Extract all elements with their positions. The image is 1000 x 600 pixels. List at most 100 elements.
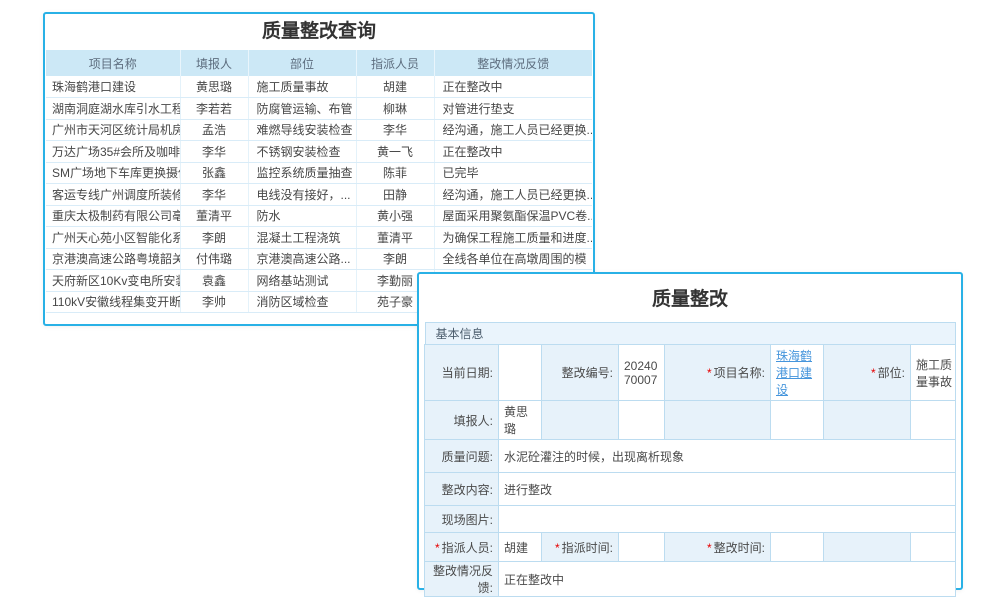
assignee-link[interactable]: 黄一飞	[356, 141, 434, 163]
assignee-link[interactable]: 黄小强	[356, 205, 434, 227]
part-cell: 监控系统质量抽查	[248, 162, 356, 184]
feedback-cell: 正在整改中	[434, 76, 592, 98]
part-cell: 防腐管运输、布管	[248, 98, 356, 120]
part-cell: 不锈钢安装检查	[248, 141, 356, 163]
table-row: 广州市天河区统计局机房改 孟浩 难燃导线安装检查 李华 经沟通，施工人员已经更换…	[46, 119, 592, 141]
feedback-cell: 为确保工程施工质量和进度...	[434, 227, 592, 249]
col-header-feedback: 整改情况反馈	[434, 50, 592, 76]
current-date-field[interactable]	[499, 345, 542, 401]
query-table-header-row: 项目名称 填报人 部位 指派人员 整改情况反馈	[46, 50, 592, 76]
assignee-label: *指派人员:	[425, 533, 499, 562]
required-marker: *	[555, 541, 560, 555]
reporter-link[interactable]: 孟浩	[180, 119, 248, 141]
project-link[interactable]: 京港澳高速公路粤境韶关至	[46, 248, 180, 270]
project-link[interactable]: 湖南洞庭湖水库引水工程施	[46, 98, 180, 120]
part-cell: 网络基站测试	[248, 270, 356, 292]
col-header-project-name: 项目名称	[46, 50, 180, 76]
feedback-cell: 屋面采用聚氨酯保温PVC卷...	[434, 205, 592, 227]
part-cell: 施工质量事故	[248, 76, 356, 98]
rectification-content-value: 进行整改	[499, 473, 956, 506]
table-row: 京港澳高速公路粤境韶关至 付伟璐 京港澳高速公路... 李朗 全线各单位在高墩周…	[46, 248, 592, 270]
table-row: SM广场地下车库更换摄像 张鑫 监控系统质量抽查 陈菲 已完毕	[46, 162, 592, 184]
form-panel-title: 质量整改	[419, 274, 961, 320]
col-header-part: 部位	[248, 50, 356, 76]
empty-cell	[665, 401, 771, 440]
reporter-link[interactable]: 黄思璐	[180, 76, 248, 98]
feedback-cell: 全线各单位在高墩周围的模	[434, 248, 592, 270]
assignee-link[interactable]: 李华	[356, 119, 434, 141]
table-row: 重庆太极制药有限公司亳州 董清平 防水 黄小强 屋面采用聚氨酯保温PVC卷...	[46, 205, 592, 227]
empty-field[interactable]	[911, 533, 956, 562]
project-link[interactable]: 天府新区10Kv变电所安装工	[46, 270, 180, 292]
feedback-cell: 已完毕	[434, 162, 592, 184]
required-marker: *	[707, 541, 712, 555]
empty-cell	[824, 533, 911, 562]
rectification-no-label: 整改编号:	[542, 345, 619, 401]
part-cell: 消防区域检查	[248, 291, 356, 313]
reporter-link[interactable]: 李华	[180, 141, 248, 163]
empty-cell	[542, 401, 619, 440]
assignee-link[interactable]: 陈菲	[356, 162, 434, 184]
part-label: *部位:	[824, 345, 911, 401]
assignee-link[interactable]: 田静	[356, 184, 434, 206]
reporter-link[interactable]: 李若若	[180, 98, 248, 120]
assignee-link[interactable]: 胡建	[356, 76, 434, 98]
table-row: 珠海鹤港口建设 黄思璐 施工质量事故 胡建 正在整改中	[46, 76, 592, 98]
reporter-link[interactable]: 付伟璐	[180, 248, 248, 270]
project-link[interactable]: 重庆太极制药有限公司亳州	[46, 205, 180, 227]
project-name-link[interactable]: 珠海鹤港口建设	[776, 349, 812, 397]
project-link[interactable]: 客运专线广州调度所装修项	[46, 184, 180, 206]
reporter-link[interactable]: 李朗	[180, 227, 248, 249]
project-link[interactable]: 广州天心苑小区智能化系统	[46, 227, 180, 249]
project-link[interactable]: 广州市天河区统计局机房改	[46, 119, 180, 141]
assign-time-field[interactable]	[619, 533, 665, 562]
part-value: 施工质量事故	[911, 345, 956, 401]
reporter-value: 黄思璐	[499, 401, 542, 440]
required-marker: *	[707, 366, 712, 380]
feedback-cell: 经沟通，施工人员已经更换...	[434, 184, 592, 206]
rectify-time-field[interactable]	[771, 533, 824, 562]
form-section-header: 基本信息	[425, 322, 956, 345]
reporter-link[interactable]: 董清平	[180, 205, 248, 227]
assignee-link[interactable]: 董清平	[356, 227, 434, 249]
reporter-link[interactable]: 张鑫	[180, 162, 248, 184]
assignee-link[interactable]: 李朗	[356, 248, 434, 270]
reporter-link[interactable]: 李华	[180, 184, 248, 206]
quality-issue-value: 水泥砼灌注的时候，出现离析现象	[499, 440, 956, 473]
empty-field[interactable]	[911, 401, 956, 440]
reporter-label: 填报人:	[425, 401, 499, 440]
col-header-reporter: 填报人	[180, 50, 248, 76]
reporter-link[interactable]: 李帅	[180, 291, 248, 313]
table-row: 广州天心苑小区智能化系统 李朗 混凝土工程浇筑 董清平 为确保工程施工质量和进度…	[46, 227, 592, 249]
feedback-cell: 对管进行垫支	[434, 98, 592, 120]
feedback-cell: 经沟通，施工人员已经更换...	[434, 119, 592, 141]
quality-rectification-form-panel: 质量整改 基本信息 当前日期: 整改编号: 2024070007 *项目名称: …	[417, 272, 963, 590]
rectification-form-table: 当前日期: 整改编号: 2024070007 *项目名称: 珠海鹤港口建设 *部…	[424, 344, 956, 597]
col-header-assignee: 指派人员	[356, 50, 434, 76]
rectification-content-label: 整改内容:	[425, 473, 499, 506]
part-cell: 电线没有接好，...	[248, 184, 356, 206]
page: 质量整改查询 项目名称 填报人 部位 指派人员 整改情况反馈 珠海鹤港口建设 黄…	[0, 0, 1000, 600]
project-link[interactable]: 万达广场35#会所及咖啡厅	[46, 141, 180, 163]
project-name-cell: 珠海鹤港口建设	[771, 345, 824, 401]
assignee-link[interactable]: 柳琳	[356, 98, 434, 120]
reporter-link[interactable]: 袁鑫	[180, 270, 248, 292]
site-picture-field[interactable]	[499, 506, 956, 533]
part-cell: 京港澳高速公路...	[248, 248, 356, 270]
part-cell: 防水	[248, 205, 356, 227]
site-picture-label: 现场图片:	[425, 506, 499, 533]
project-name-label: *项目名称:	[665, 345, 771, 401]
quality-issue-label: 质量问题:	[425, 440, 499, 473]
project-link[interactable]: SM广场地下车库更换摄像	[46, 162, 180, 184]
project-link[interactable]: 珠海鹤港口建设	[46, 76, 180, 98]
table-row: 湖南洞庭湖水库引水工程施 李若若 防腐管运输、布管 柳琳 对管进行垫支	[46, 98, 592, 120]
empty-field[interactable]	[771, 401, 824, 440]
project-link[interactable]: 110kV安徽线程集变开断线	[46, 291, 180, 313]
required-marker: *	[871, 366, 876, 380]
feedback-label: 整改情况反馈:	[425, 562, 499, 597]
empty-cell	[824, 401, 911, 440]
query-panel-title: 质量整改查询	[45, 14, 593, 50]
part-cell: 混凝土工程浇筑	[248, 227, 356, 249]
empty-field[interactable]	[619, 401, 665, 440]
assign-time-label: *指派时间:	[542, 533, 619, 562]
